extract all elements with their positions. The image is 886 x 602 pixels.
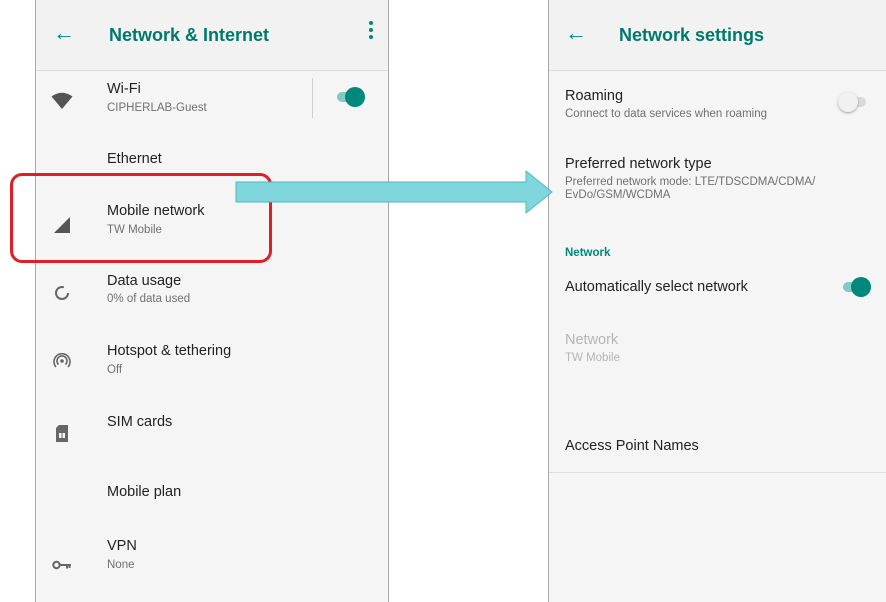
network-title: Network bbox=[565, 332, 619, 348]
page-title: Network settings bbox=[619, 25, 765, 45]
apn-title: Access Point Names bbox=[565, 438, 699, 454]
roaming-subtitle: Connect to data services when roaming bbox=[565, 108, 767, 120]
preferred-network-type[interactable]: Preferred network type Preferred network… bbox=[549, 142, 886, 222]
list-item-hotspot[interactable]: Hotspot & tethering Off bbox=[36, 330, 388, 392]
vpn-key-icon bbox=[50, 553, 74, 577]
more-options-icon[interactable] bbox=[368, 21, 374, 45]
list-item-wifi[interactable]: Wi-Fi CIPHERLAB-Guest bbox=[36, 72, 388, 138]
network-section-header: Network bbox=[565, 247, 611, 259]
divider bbox=[549, 472, 886, 473]
mobile-plan-title: Mobile plan bbox=[107, 484, 182, 500]
vpn-title: VPN bbox=[107, 538, 137, 554]
pointer-arrow-icon bbox=[235, 170, 553, 214]
list-item-mobile-plan[interactable]: Mobile plan bbox=[36, 468, 388, 518]
hotspot-subtitle: Off bbox=[107, 364, 123, 376]
roaming-toggle[interactable] bbox=[838, 92, 868, 112]
data-usage-subtitle: 0% of data used bbox=[107, 293, 191, 305]
hotspot-title: Hotspot & tethering bbox=[107, 343, 232, 359]
auto-select-title: Automatically select network bbox=[565, 279, 748, 295]
wifi-icon bbox=[50, 89, 74, 113]
roaming-setting[interactable]: Roaming Connect to data services when ro… bbox=[549, 72, 886, 138]
wifi-title: Wi-Fi bbox=[107, 81, 141, 97]
network-internet-screen: ← Network & Internet Wi-Fi CIPHERLAB-Gue… bbox=[35, 0, 389, 602]
auto-select-network[interactable]: Automatically select network bbox=[549, 266, 886, 312]
network-setting: Network TW Mobile bbox=[549, 320, 886, 380]
list-item-vpn[interactable]: VPN None bbox=[36, 528, 388, 590]
back-arrow-icon[interactable]: ← bbox=[53, 22, 75, 44]
network-subtitle: TW Mobile bbox=[565, 352, 620, 364]
wifi-subtitle: CIPHERLAB-Guest bbox=[107, 102, 207, 114]
sim-cards-title: SIM cards bbox=[107, 414, 173, 430]
list-item-sim-cards[interactable]: SIM cards bbox=[36, 400, 388, 462]
preferred-network-subtitle: Preferred network mode: LTE/TDSCDMA/CDMA… bbox=[565, 176, 816, 201]
divider bbox=[312, 78, 313, 118]
app-bar: ← Network settings bbox=[549, 0, 886, 71]
sim-card-icon bbox=[50, 421, 74, 445]
preferred-network-title: Preferred network type bbox=[565, 156, 712, 172]
back-arrow-icon[interactable]: ← bbox=[565, 22, 587, 44]
roaming-title: Roaming bbox=[565, 88, 624, 104]
page-title: Network & Internet bbox=[109, 25, 270, 45]
app-bar: ← Network & Internet bbox=[36, 0, 388, 71]
network-settings-screen: ← Network settings Roaming Connect to da… bbox=[548, 0, 886, 602]
vpn-subtitle: None bbox=[107, 559, 135, 571]
wifi-toggle[interactable] bbox=[335, 87, 365, 107]
list-item-data-usage[interactable]: Data usage 0% of data used bbox=[36, 262, 388, 324]
data-usage-title: Data usage bbox=[107, 273, 182, 289]
access-point-names[interactable]: Access Point Names bbox=[549, 420, 886, 470]
hotspot-icon bbox=[50, 349, 74, 373]
ethernet-title: Ethernet bbox=[107, 151, 162, 167]
data-usage-icon bbox=[50, 281, 74, 305]
highlight-box bbox=[10, 173, 272, 263]
auto-select-toggle[interactable] bbox=[841, 277, 871, 297]
